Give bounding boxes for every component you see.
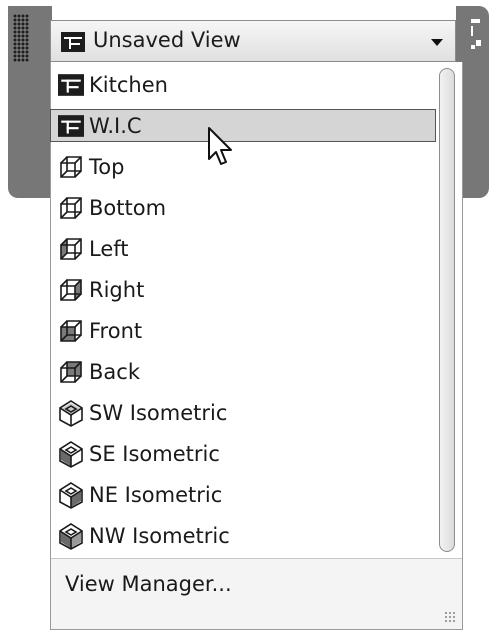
- list-item-label: W.I.C: [89, 113, 142, 138]
- view-combo-box[interactable]: Unsaved View: [50, 20, 456, 62]
- view-dropdown-list: Kitchen W.I.C Top Bottom Left Right Front Back S…: [50, 62, 463, 630]
- list-item[interactable]: NW Isometric: [51, 515, 436, 556]
- list-item[interactable]: Back: [51, 351, 436, 392]
- list-item-label: Front: [89, 318, 143, 343]
- combo-current-value: Unsaved View: [93, 28, 241, 52]
- isometric-ne-icon: [53, 480, 89, 510]
- list-item[interactable]: SE Isometric: [51, 433, 436, 474]
- cube-right-icon: [53, 275, 89, 305]
- list-item[interactable]: SW Isometric: [51, 392, 436, 433]
- list-item-label: NW Isometric: [89, 523, 230, 548]
- list-item[interactable]: NE Isometric: [51, 474, 436, 515]
- scrollbar[interactable]: [439, 68, 455, 552]
- panel-expand-icon[interactable]: [470, 18, 482, 54]
- list-item-label: Right: [89, 277, 145, 302]
- list-item[interactable]: Right: [51, 269, 436, 310]
- list-item[interactable]: W.I.C: [50, 109, 436, 142]
- cube-back-icon: [53, 357, 89, 387]
- named-view-icon: [53, 111, 89, 141]
- list-item[interactable]: Kitchen: [51, 64, 436, 105]
- isometric-se-icon: [53, 439, 89, 469]
- cube-left-icon: [53, 234, 89, 264]
- cube-front-icon: [53, 316, 89, 346]
- cube-bottom-icon: [53, 193, 89, 223]
- isometric-nw-icon: [53, 521, 89, 551]
- list-item-label: SW Isometric: [89, 400, 228, 425]
- list-item-label: Left: [89, 236, 129, 261]
- list-item-label: Bottom: [89, 195, 167, 220]
- list-item[interactable]: Front: [51, 310, 436, 351]
- mouse-cursor-icon: [208, 127, 232, 165]
- list-item[interactable]: Left: [51, 228, 436, 269]
- list-item[interactable]: Top: [51, 146, 436, 187]
- cube-top-icon: [53, 152, 89, 182]
- named-view-icon: [61, 32, 85, 52]
- drag-grip[interactable]: [13, 14, 29, 62]
- view-manager-link[interactable]: View Manager...: [65, 572, 232, 596]
- resize-grip-icon[interactable]: [444, 611, 456, 623]
- list-item-label: Top: [89, 154, 125, 179]
- list-item[interactable]: Bottom: [51, 187, 436, 228]
- list-item-label: NE Isometric: [89, 482, 223, 507]
- chevron-down-icon[interactable]: [431, 39, 443, 46]
- list-item-label: Back: [89, 359, 140, 384]
- list-item-label: SE Isometric: [89, 441, 220, 466]
- list-item-label: Kitchen: [89, 72, 168, 97]
- isometric-sw-icon: [53, 398, 89, 428]
- named-view-icon: [53, 70, 89, 100]
- dropdown-footer: View Manager...: [51, 559, 462, 629]
